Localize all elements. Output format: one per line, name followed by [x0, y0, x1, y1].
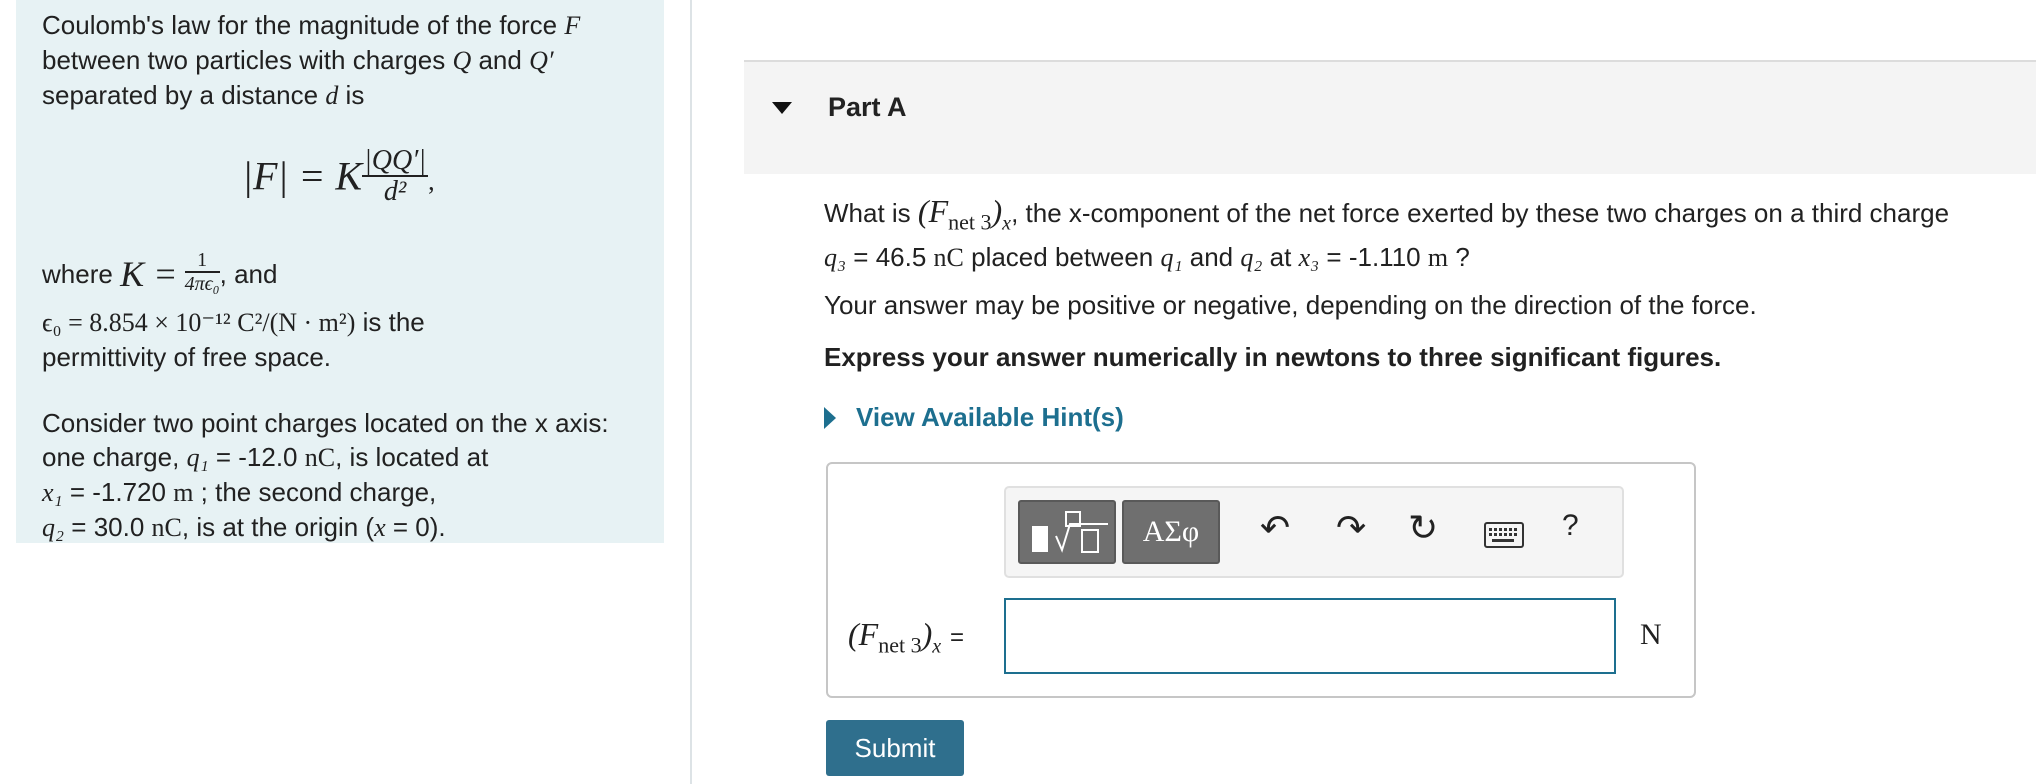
charges-description: Consider two point charges located on th…	[42, 406, 638, 545]
question-what: What is	[824, 198, 911, 228]
var-charge-q: Q	[452, 46, 472, 75]
answer-label-f: (F	[848, 616, 879, 652]
answer-label-x: x	[932, 635, 942, 658]
origin-value: = 0).	[385, 512, 446, 542]
q2-symbol: q₂	[42, 513, 65, 542]
answer-input[interactable]	[1004, 598, 1616, 674]
k-numerator: 1	[184, 249, 220, 273]
symbols-button[interactable]: ΑΣφ	[1122, 500, 1220, 564]
intro-text-3: separated by a distance	[42, 80, 319, 110]
express-instruction: Express your answer numerically in newto…	[824, 342, 1722, 372]
q2-value: = 30.0	[71, 512, 145, 542]
reset-icon[interactable]: ↻	[1408, 510, 1438, 546]
templates-icon	[1032, 511, 1108, 553]
question-q2: q₂	[1240, 243, 1263, 273]
x1-symbol: x₁	[42, 478, 63, 507]
coulomb-equation: |F| = K |QQ′| d²,	[42, 113, 638, 243]
symbols-label: ΑΣφ	[1142, 515, 1200, 548]
q1-unit: nC	[304, 443, 336, 472]
consider-line-1: Consider two point charges located on th…	[42, 408, 609, 438]
answer-label-equals: =	[950, 624, 965, 651]
consider-line-4: , is at the origin (	[181, 512, 375, 542]
answer-box: ΑΣφ ↶ ↷ ↻ ? (Fnet 3)x = N	[826, 462, 1696, 698]
epsilon-text: is the	[362, 307, 425, 337]
templates-button[interactable]	[1018, 500, 1116, 564]
keyboard-icon[interactable]	[1484, 518, 1524, 554]
equation-denominator: d²	[383, 176, 407, 208]
var-force: F	[564, 11, 581, 40]
hints-label: View Available Hint(s)	[856, 402, 1124, 432]
where-text: where	[42, 259, 113, 289]
answer-label-sub: net 3	[878, 632, 922, 658]
x3-value: = -1.110	[1326, 242, 1421, 273]
origin-var: x	[374, 513, 386, 542]
math-toolbar: ΑΣφ ↶ ↷ ↻ ?	[1004, 486, 1624, 578]
where-line: where K = 1 4πϵ₀ , and	[42, 243, 638, 305]
answer-label: (Fnet 3)x =	[848, 616, 964, 658]
q3-symbol: q₃	[824, 243, 847, 273]
q1-value: = -12.0	[215, 442, 298, 472]
var-distance: d	[325, 81, 339, 110]
consider-line-3: ; the second charge,	[200, 477, 437, 507]
expand-caret-icon	[824, 406, 836, 429]
problem-intro-panel: Coulomb's law for the magnitude of the f…	[16, 0, 664, 543]
intro-is: is	[345, 80, 365, 110]
consider-line-2b: , is located at	[335, 442, 489, 472]
x1-unit: m	[173, 478, 194, 507]
x1-value: = -1.720	[69, 477, 166, 507]
k-denominator: 4πϵ₀	[184, 272, 220, 295]
q1-symbol: q₁	[186, 443, 209, 472]
redo-icon[interactable]: ↷	[1336, 510, 1366, 546]
x3-unit: m	[1427, 243, 1449, 273]
k-lhs: K =	[120, 254, 178, 294]
intro-text: Coulomb's law for the magnitude of the f…	[42, 10, 558, 40]
help-button[interactable]: ?	[1562, 508, 1579, 544]
answer-sign-note: Your answer may be positive or negative,…	[824, 290, 1757, 320]
epsilon-expression: ϵ₀ = 8.854 × 10⁻¹² C²/(N · m²)	[42, 308, 356, 337]
x3-symbol: x₃	[1298, 243, 1320, 273]
equation-comma: ,	[428, 166, 435, 196]
intro-and: and	[478, 45, 522, 75]
coulomb-intro: Coulomb's law for the magnitude of the f…	[42, 8, 638, 113]
fnet-subscript: net 3	[948, 209, 992, 235]
fnet-symbol: (F	[917, 193, 949, 229]
consider-line-2: one charge,	[42, 442, 180, 472]
question-end: ?	[1455, 242, 1470, 273]
view-hints-link[interactable]: View Available Hint(s)	[824, 402, 1124, 433]
intro-text-2: between two particles with charges	[42, 45, 446, 75]
equation-fraction: |QQ′| d²	[362, 145, 429, 208]
question-at: at	[1269, 242, 1292, 273]
unit-label: N	[1640, 618, 1662, 651]
question-text-2: placed between	[971, 242, 1154, 273]
answer-label-close: )	[921, 616, 933, 652]
question-text-1: , the x-component of the net force exert…	[1011, 198, 1950, 228]
equation-numerator: |QQ′|	[362, 145, 429, 178]
k-fraction: 1 4πϵ₀	[184, 249, 220, 295]
fnet-close: )	[991, 193, 1003, 229]
fnet-x-subscript: x	[1002, 212, 1012, 235]
where-and: , and	[219, 259, 278, 289]
undo-icon[interactable]: ↶	[1260, 510, 1290, 546]
var-charge-q-prime: Q′	[529, 46, 554, 75]
q2-unit: nC	[151, 513, 182, 542]
epsilon-text-2: permittivity of free space.	[42, 342, 331, 372]
column-divider	[690, 0, 692, 784]
question-text: What is (Fnet 3)x, the x-component of th…	[824, 194, 2004, 275]
collapse-caret-icon[interactable]	[772, 102, 792, 114]
submit-button[interactable]: Submit	[826, 720, 964, 776]
equation-lhs: |F| = K	[242, 153, 363, 199]
part-title: Part A	[828, 92, 907, 122]
q3-value: = 46.5	[853, 242, 927, 273]
question-and: and	[1189, 242, 1234, 273]
part-a-header[interactable]: Part A	[744, 60, 2036, 174]
q3-unit: nC	[933, 243, 964, 273]
question-q1: q₁	[1160, 243, 1183, 273]
epsilon-definition: ϵ₀ = 8.854 × 10⁻¹² C²/(N · m²) is the pe…	[42, 305, 638, 374]
